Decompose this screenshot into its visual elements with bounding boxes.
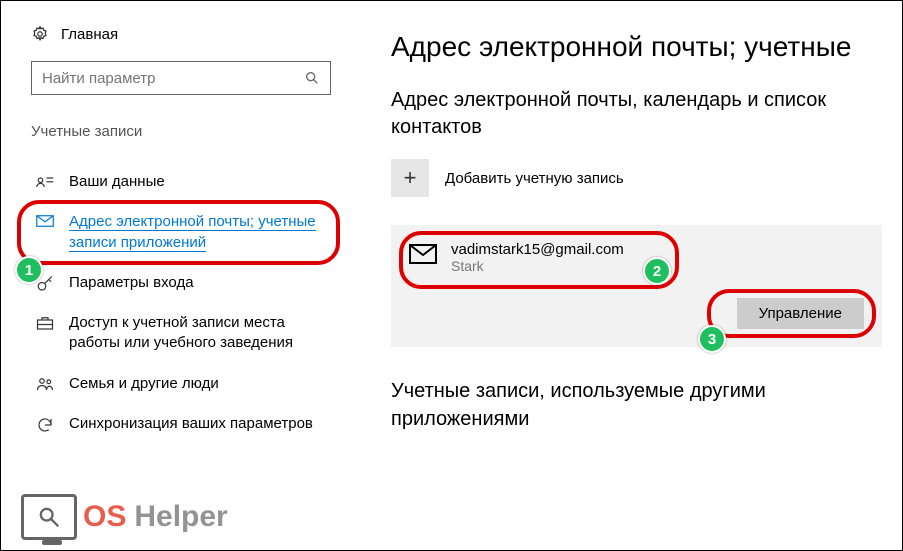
gear-icon xyxy=(31,25,49,43)
search-field[interactable] xyxy=(42,70,304,87)
section-heading-other-apps: Учетные записи, используемые другими при… xyxy=(391,377,882,433)
section-heading-email: Адрес электронной почты, календарь и спи… xyxy=(391,87,882,141)
monitor-icon xyxy=(21,494,77,540)
sidebar-item-label: Доступ к учетной записи места работы или… xyxy=(69,313,332,354)
sidebar-item-your-info[interactable]: Ваши данные xyxy=(31,162,336,202)
watermark-os: OS xyxy=(83,500,126,534)
sidebar-item-family[interactable]: Семья и другие люди xyxy=(31,364,336,404)
person-card-icon xyxy=(35,174,55,188)
sidebar-item-email-accounts[interactable]: Адрес электронной почты; учетные записи … xyxy=(31,202,336,263)
sidebar-item-signin-options[interactable]: Параметры входа xyxy=(31,263,336,303)
sidebar-item-label: Параметры входа xyxy=(69,273,194,293)
account-row[interactable]: vadimstark15@gmail.com Stark xyxy=(409,241,669,274)
section-title-accounts: Учетные записи xyxy=(31,123,356,140)
sidebar-item-sync[interactable]: Синхронизация ваших параметров xyxy=(31,404,336,444)
home-link[interactable]: Главная xyxy=(31,25,356,43)
sidebar-item-label: Семья и другие люди xyxy=(69,374,219,394)
annotation-badge-2: 2 xyxy=(643,257,671,285)
envelope-icon xyxy=(409,244,437,264)
annotation-badge-3: 3 xyxy=(698,325,726,353)
search-input[interactable] xyxy=(31,61,331,95)
watermark-helper: Helper xyxy=(134,500,227,534)
sync-icon xyxy=(35,416,55,434)
search-icon xyxy=(304,70,320,86)
annotation-badge-1: 1 xyxy=(15,256,43,284)
account-email: vadimstark15@gmail.com xyxy=(451,241,624,258)
page-title: Адрес электронной почты; учетные xyxy=(391,31,882,63)
manage-button[interactable]: Управление xyxy=(737,298,864,329)
account-block[interactable]: vadimstark15@gmail.com Stark Управление xyxy=(391,225,882,347)
sidebar-item-label: Адрес электронной почты; учетные записи … xyxy=(69,212,332,253)
sidebar-item-work-access[interactable]: Доступ к учетной записи места работы или… xyxy=(31,303,336,364)
watermark: OS Helper xyxy=(21,494,228,540)
add-account-label: Добавить учетную запись xyxy=(445,170,624,187)
sidebar-item-label: Синхронизация ваших параметров xyxy=(69,414,313,434)
home-label: Главная xyxy=(61,26,118,43)
account-name: Stark xyxy=(451,258,624,274)
briefcase-icon xyxy=(35,315,55,331)
people-icon xyxy=(35,376,55,392)
plus-icon: + xyxy=(391,159,429,197)
sidebar-item-label: Ваши данные xyxy=(69,172,165,192)
add-account-row[interactable]: + Добавить учетную запись xyxy=(391,159,882,197)
mail-icon xyxy=(35,214,55,228)
